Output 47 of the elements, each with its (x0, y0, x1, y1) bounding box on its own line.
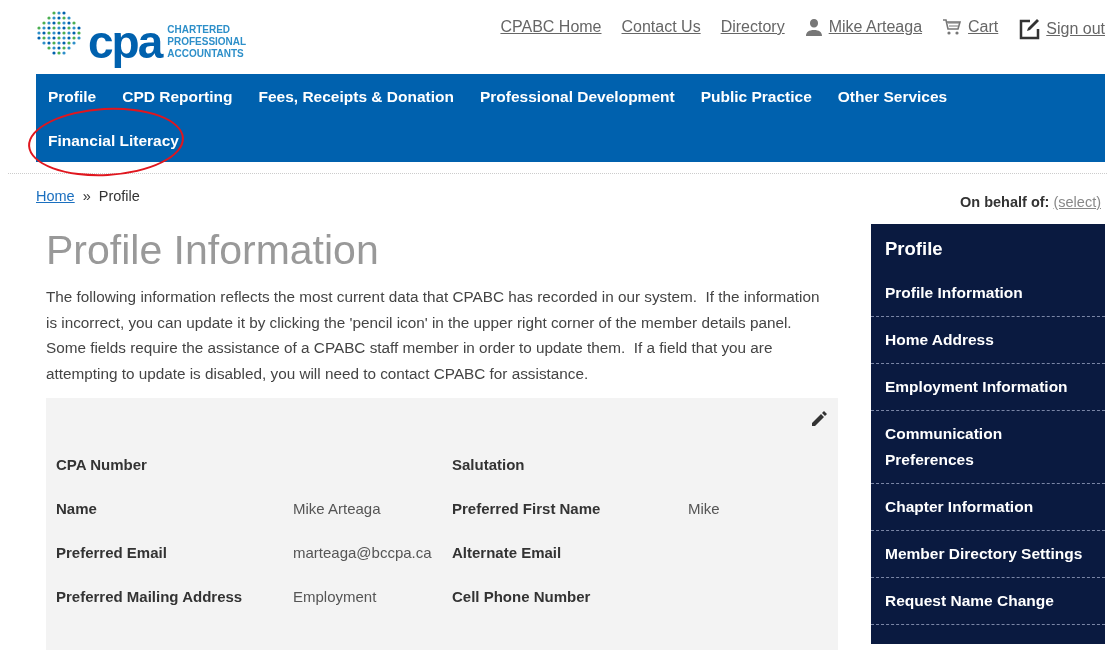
user-icon (804, 18, 823, 36)
nav-item[interactable]: Other Services (829, 88, 956, 106)
sidebar-item[interactable]: Communication Preferences (871, 411, 1105, 484)
field-label: Preferred First Name (452, 500, 602, 519)
sidebar-item[interactable]: Profile Information (871, 270, 1105, 317)
breadcrumb-separator: » (82, 188, 91, 206)
header-link[interactable]: Contact Us (621, 18, 701, 36)
field-label: Name (56, 500, 98, 519)
nav-item[interactable]: CPD Reporting (114, 88, 241, 106)
nav-item[interactable]: Professional Development (471, 88, 683, 106)
nav-item[interactable]: Fees, Receipts & Donation (250, 88, 462, 106)
sidebar-item[interactable]: Request Name Change (871, 578, 1105, 625)
intro-paragraph: The following information reflects the most current data that CPABC has recorded in our system. If the information is incorrect, you can update it by clicking the 'pencil icon' in the upper right corner of the member details panel. Some fields require the assistance of a CPABC staff member in order to update them. If a field that you are attempting to update is disabled, you will need to contact CPABC for assistance. (46, 287, 821, 384)
logo-tagline: ACCOUNTANTS (167, 48, 245, 60)
field-label: Salutation (452, 456, 526, 475)
header-link[interactable]: Cart (968, 18, 999, 36)
header-link[interactable]: CPABC Home (500, 18, 602, 36)
field-label: Alternate Email (452, 544, 563, 563)
pencil-icon[interactable] (810, 410, 828, 428)
select-link[interactable]: (select) (1053, 194, 1101, 210)
nav-item[interactable]: Profile (40, 88, 105, 106)
field-label: Cell Phone Number (452, 588, 592, 607)
sidebar-item[interactable]: Employment Information (871, 364, 1105, 411)
logo-tagline: CHARTERED (167, 24, 232, 36)
sidebar-item[interactable]: Chapter Information (871, 484, 1105, 531)
field-label: CPA Number (56, 456, 148, 475)
field-value: Mike Arteaga (293, 500, 381, 517)
sidebar-heading: Profile (884, 237, 944, 261)
nav-item[interactable]: Financial Literacy (40, 132, 187, 150)
header-link[interactable]: Mike Arteaga (828, 18, 923, 36)
cart-icon (942, 18, 963, 36)
nav-item[interactable]: Public Practice (692, 88, 820, 106)
header-link[interactable]: Directory (720, 18, 785, 36)
header-link[interactable]: Sign out (1046, 20, 1105, 38)
field-label: Preferred Email (56, 544, 168, 563)
field-value: marteaga@bccpa.ca (293, 544, 432, 561)
field-value: Employment (293, 588, 377, 605)
sidebar-item[interactable]: Member Directory Settings (871, 531, 1105, 578)
breadcrumb-current: Profile (98, 188, 140, 206)
field-value: Mike (688, 500, 720, 517)
breadcrumb-link[interactable]: Home (36, 188, 75, 210)
on-behalf-label: On behalf of: (960, 194, 1050, 210)
logo-tagline: PROFESSIONAL (167, 36, 247, 48)
page-title: Profile Information (46, 226, 380, 274)
edit-icon (1018, 18, 1041, 40)
field-label: Preferred Mailing Address (56, 588, 244, 607)
sidebar-item[interactable]: Home Address (871, 317, 1105, 364)
